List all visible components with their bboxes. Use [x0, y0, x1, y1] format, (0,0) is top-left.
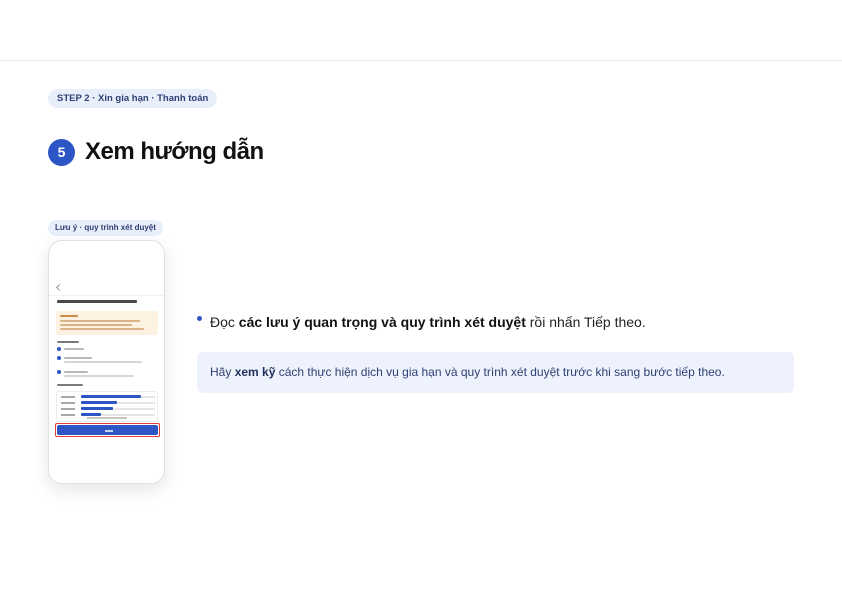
mock-notice-box: [56, 311, 158, 335]
phone-screenshot-mockup: [48, 240, 165, 484]
mock-step-dot: [57, 370, 61, 374]
step-number-badge: 5: [48, 138, 75, 166]
step-heading: 5 Xem hướng dẫn: [48, 138, 264, 166]
header-divider: [0, 60, 842, 61]
mock-step-text: [64, 357, 92, 359]
back-chevron-icon: [55, 283, 64, 292]
mock-screen-title: [57, 300, 137, 303]
mock-step-subtext: [64, 361, 142, 363]
phone-caption-badge: Lưu ý · quy trình xét duyệt: [48, 220, 163, 236]
page-title: Xem hướng dẫn: [85, 138, 264, 165]
mock-step-text: [64, 371, 88, 373]
tip-box: Hãy xem kỹ cách thực hiện dịch vụ gia hạ…: [197, 352, 794, 393]
mock-step-dot: [57, 347, 61, 351]
mock-section-label: [57, 341, 79, 343]
bullet-dot: [197, 316, 202, 321]
mock-step-subtext: [64, 375, 134, 377]
instruction-text: Đọc các lưu ý quan trọng và quy trình xé…: [210, 314, 646, 330]
mock-footnote: [87, 417, 127, 419]
mock-section-label: [57, 384, 83, 386]
mock-step-dot: [57, 356, 61, 360]
mock-next-button: [57, 425, 158, 435]
step-badge: STEP 2 · Xin gia hạn · Thanh toán: [48, 89, 218, 108]
mock-divider: [49, 295, 164, 296]
highlighted-next-button-frame: [55, 423, 160, 437]
mock-step-text: [64, 348, 84, 350]
